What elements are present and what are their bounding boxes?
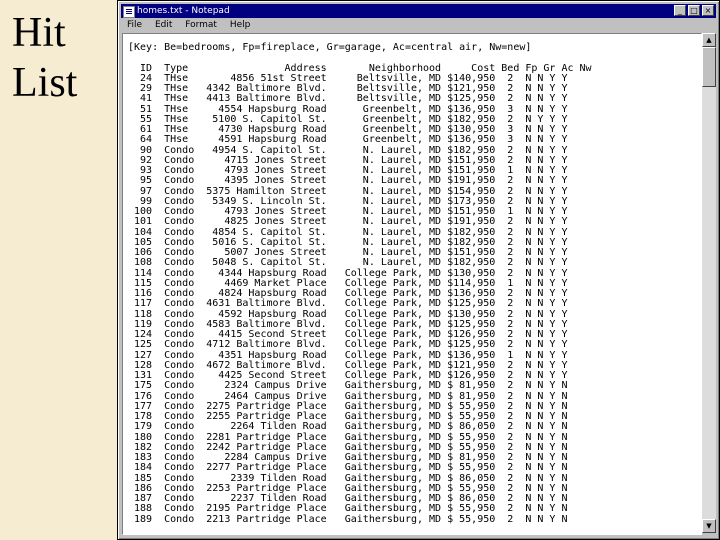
close-button[interactable]: × — [702, 5, 714, 16]
document-text[interactable]: [Key: Be=bedrooms, Fp=fireplace, Gr=gara… — [128, 42, 592, 525]
key-line: [Key: Be=bedrooms, Fp=fireplace, Gr=gara… — [128, 42, 532, 53]
table-row: 189 Condo 2213 Partridge Place Gaithersb… — [128, 513, 568, 525]
notepad-icon[interactable] — [123, 6, 135, 18]
menu-format[interactable]: Format — [185, 18, 217, 32]
slide-title-line-2: List — [12, 60, 78, 106]
scroll-up-button[interactable]: ▲ — [702, 33, 716, 47]
maximize-button[interactable]: □ — [688, 5, 700, 16]
scroll-thumb[interactable] — [702, 47, 716, 87]
vertical-scrollbar[interactable]: ▲ ▼ — [702, 33, 716, 533]
menu-edit[interactable]: Edit — [155, 18, 172, 32]
slide-title: Hit List — [12, 8, 112, 108]
scroll-down-button[interactable]: ▼ — [702, 519, 716, 533]
window-title: homes.txt - Notepad — [137, 6, 230, 16]
menu-help[interactable]: Help — [230, 18, 251, 32]
title-bar[interactable]: homes.txt - Notepad _ □ × — [121, 4, 716, 18]
table-rows: 24 THse 4856 51st Street Beltsville, MD … — [128, 73, 568, 525]
menu-file[interactable]: File — [127, 18, 142, 32]
slide-title-line-1: Hit — [12, 10, 66, 56]
menu-bar: File Edit Format Help — [121, 18, 716, 32]
notepad-window: homes.txt - Notepad _ □ × File Edit Form… — [117, 0, 720, 540]
text-editor[interactable]: [Key: Be=bedrooms, Fp=fireplace, Gr=gara… — [122, 33, 702, 535]
minimize-button[interactable]: _ — [674, 5, 686, 16]
